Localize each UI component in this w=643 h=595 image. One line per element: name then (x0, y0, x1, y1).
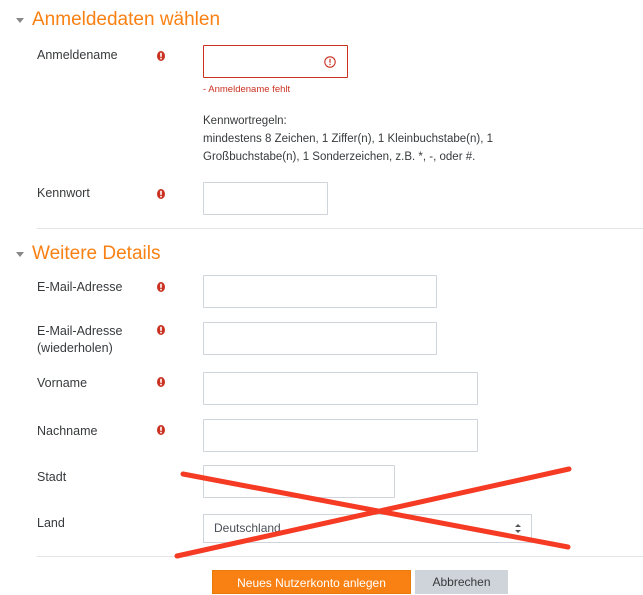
city-input[interactable] (203, 465, 395, 498)
country-label: Land (37, 516, 65, 530)
email-label: E-Mail-Adresse (37, 280, 123, 294)
firstname-label: Vorname (37, 376, 88, 390)
country-select-value: Deutschland (214, 521, 281, 535)
required-icon (157, 425, 165, 435)
required-icon (157, 325, 165, 335)
password-rules-heading: Kennwortregeln: (203, 115, 287, 127)
divider (37, 556, 643, 557)
username-input[interactable] (203, 45, 348, 78)
cancel-button[interactable]: Abbrechen (415, 570, 508, 594)
error-circle-icon (324, 56, 336, 68)
caret-down-icon (16, 17, 24, 23)
section-header-login[interactable]: Anmeldedaten wählen (16, 8, 220, 32)
select-arrows-icon (515, 524, 521, 533)
required-icon (157, 377, 165, 387)
required-icon (157, 189, 165, 199)
country-select[interactable]: Deutschland (203, 514, 532, 543)
email-repeat-input[interactable] (203, 322, 437, 355)
required-icon (157, 51, 165, 61)
create-account-button[interactable]: Neues Nutzerkonto anlegen (212, 570, 411, 594)
email-repeat-label-line1: E-Mail-Adresse (37, 324, 123, 338)
required-icon (157, 282, 165, 292)
email-repeat-label-line2: (wiederholen) (37, 341, 113, 355)
lastname-input[interactable] (203, 419, 478, 452)
divider (37, 228, 643, 229)
password-rules-line2: Großbuchstabe(n), 1 Sonderzeichen, z.B. … (203, 151, 476, 163)
username-error-message: - Anmeldename fehlt (203, 84, 291, 95)
section-header-details[interactable]: Weitere Details (16, 242, 160, 266)
section-title-details: Weitere Details (32, 243, 161, 264)
caret-down-icon (16, 251, 24, 257)
section-title-login: Anmeldedaten wählen (32, 9, 221, 30)
city-label: Stadt (37, 470, 67, 484)
password-rules: Kennwortregeln: mindestens 8 Zeichen, 1 … (203, 112, 493, 166)
email-input[interactable] (203, 275, 437, 308)
password-label: Kennwort (37, 186, 90, 200)
email-repeat-label: E-Mail-Adresse (wiederholen) (37, 323, 122, 357)
firstname-input[interactable] (203, 372, 478, 405)
username-label: Anmeldename (37, 48, 118, 62)
lastname-label: Nachname (37, 424, 98, 438)
password-input[interactable] (203, 182, 328, 215)
password-rules-line1: mindestens 8 Zeichen, 1 Ziffer(n), 1 Kle… (203, 133, 493, 145)
